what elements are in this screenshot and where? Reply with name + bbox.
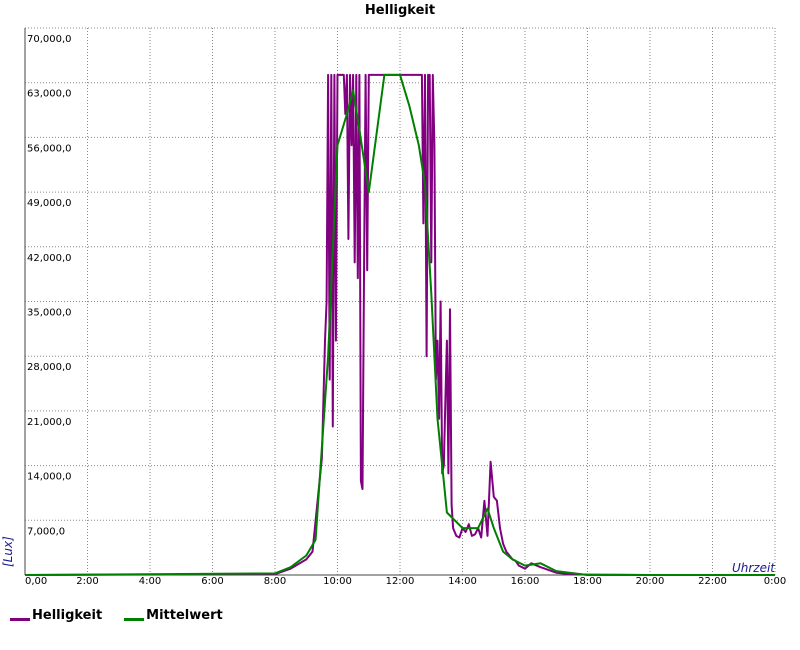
x-tick-labels: 0,00 2:00 4:00 6:00 8:00 10:00 12:00 14:00 16:00…	[25, 576, 786, 587]
x-tick-label: 16:00	[511, 576, 540, 587]
legend-swatch-mittelwert	[124, 618, 145, 621]
x-tick-label: 4:00	[139, 576, 161, 587]
legend-label: Mittelwert	[146, 608, 223, 623]
y-tick-label: 28,000,0	[27, 362, 72, 373]
y-axis-label: [Lux]	[1, 536, 15, 567]
legend: Helligkeit Mittelwert	[10, 608, 223, 623]
grid	[24, 27, 776, 576]
x-tick-label: 6:00	[201, 576, 223, 587]
legend-swatch-helligkeit	[10, 618, 30, 621]
y-tick-label: 7,000,0	[27, 526, 65, 537]
x-tick-label: 10:00	[323, 576, 352, 587]
x-tick-label: 0:00	[764, 576, 786, 587]
y-tick-label: 70,000,0	[27, 34, 72, 45]
y-tick-label: 14,000,0	[27, 472, 72, 483]
legend-label: Helligkeit	[32, 608, 103, 623]
chart: Helligkeit 7,000,0 14,000,0 21,000,0 28,000…	[1, 3, 786, 587]
x-tick-label: 14:00	[448, 576, 477, 587]
y-tick-label: 42,000,0	[27, 253, 72, 264]
x-tick-label: 8:00	[264, 576, 286, 587]
y-tick-label: 63,000,0	[27, 89, 72, 100]
legend-item-mittelwert: Mittelwert	[124, 608, 223, 623]
x-tick-label: 18:00	[573, 576, 602, 587]
chart-title: Helligkeit	[365, 3, 435, 18]
x-tick-label: 0,00	[25, 576, 47, 587]
x-tick-label: 12:00	[386, 576, 415, 587]
y-tick-label: 21,000,0	[27, 417, 72, 428]
x-tick-label: 22:00	[698, 576, 727, 587]
x-axis-label: Uhrzeit	[732, 561, 776, 575]
x-tick-label: 2:00	[76, 576, 98, 587]
y-tick-label: 49,000,0	[27, 198, 72, 209]
x-tick-label: 20:00	[636, 576, 665, 587]
y-tick-label: 56,000,0	[27, 143, 72, 154]
y-tick-labels: 7,000,0 14,000,0 21,000,0 28,000,0 35,000,0 4…	[27, 34, 72, 537]
y-tick-label: 35,000,0	[27, 308, 72, 319]
legend-item-helligkeit: Helligkeit	[10, 608, 102, 623]
